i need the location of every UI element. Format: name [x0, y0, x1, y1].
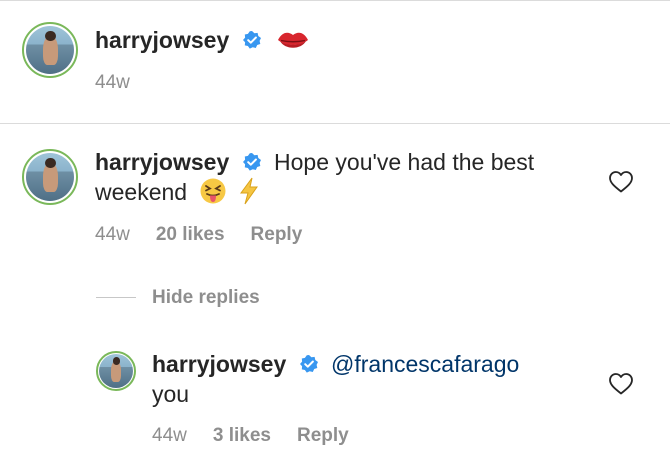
comment-text-continued: weekend — [95, 179, 188, 205]
reply-username[interactable]: harryjowsey — [152, 351, 286, 377]
comment-text: Hope you've had the best — [274, 149, 535, 175]
comment-timestamp: 44w — [95, 224, 130, 245]
reply-timestamp: 44w — [152, 425, 187, 446]
reply-avatar[interactable] — [96, 351, 136, 391]
comment-like-heart-icon[interactable] — [608, 170, 634, 194]
reply-reply-button[interactable]: Reply — [297, 425, 349, 446]
verified-badge-icon — [242, 31, 261, 49]
reply-line-1: harryjowsey @francescafarago — [152, 350, 519, 378]
top-divider — [0, 0, 670, 1]
caption-timestamp: 44w — [95, 72, 130, 93]
comment-line-1: harryjowsey Hope you've had the best — [95, 148, 534, 176]
reply-likes[interactable]: 3 likes — [213, 425, 271, 446]
hide-replies-button[interactable]: Hide replies — [152, 287, 260, 309]
verified-badge-icon — [242, 153, 261, 171]
comment-line-2: weekend — [95, 177, 260, 206]
verified-badge-icon — [299, 355, 318, 373]
hide-replies-line — [96, 297, 136, 298]
squinting-tongue-emoji-icon — [200, 178, 226, 204]
reply-line-2: you — [152, 380, 189, 408]
comment-meta: 44w 20 likes Reply — [95, 224, 328, 246]
comment-reply-button[interactable]: Reply — [251, 224, 303, 245]
caption-header: harryjowsey — [95, 26, 310, 54]
caption-avatar[interactable] — [22, 22, 78, 78]
comment-avatar[interactable] — [22, 149, 78, 205]
section-divider — [0, 123, 670, 124]
reply-meta: 44w 3 likes Reply — [152, 425, 375, 447]
reply-text: you — [152, 381, 190, 407]
reply-like-heart-icon[interactable] — [608, 372, 634, 396]
lightning-emoji-icon — [239, 177, 258, 205]
comment-username[interactable]: harryjowsey — [95, 149, 229, 175]
kiss-lips-emoji-icon — [278, 32, 309, 48]
comment-likes[interactable]: 20 likes — [156, 224, 225, 245]
caption-meta: 44w — [95, 72, 156, 94]
caption-username[interactable]: harryjowsey — [95, 27, 229, 53]
reply-mention-link[interactable]: @francescafarago — [331, 351, 519, 377]
